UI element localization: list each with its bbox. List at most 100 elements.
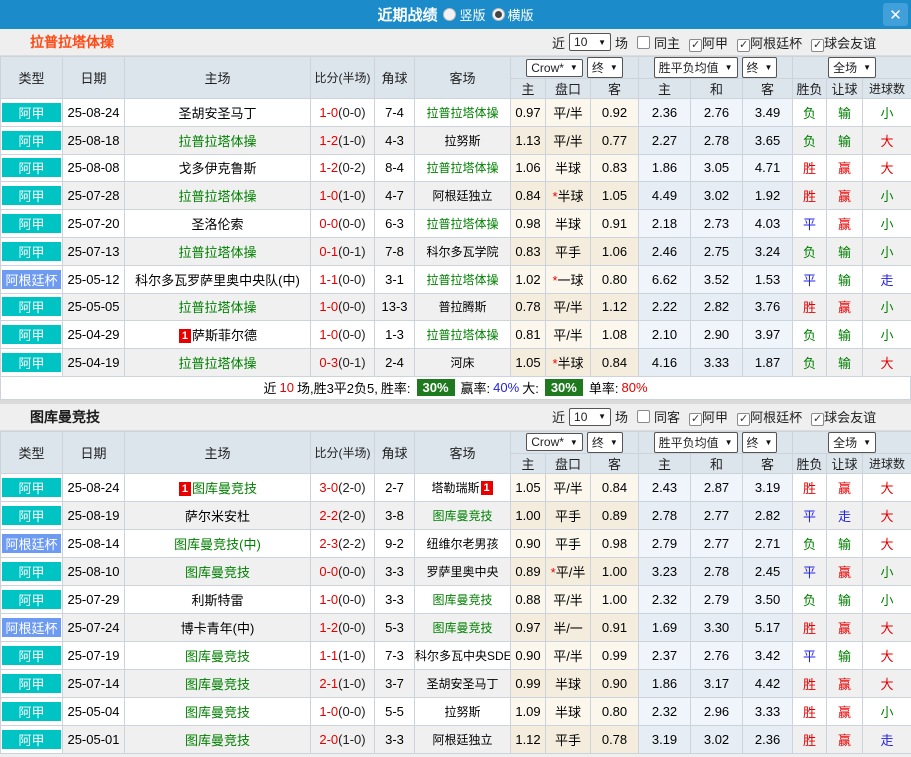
col-crow-home: 主: [511, 79, 546, 99]
match-type-cell: 阿甲: [1, 641, 63, 669]
avg-home-odds: 2.22: [639, 293, 691, 321]
away-team-name: 图库曼竞技: [432, 509, 492, 523]
avg-home-odds: 2.18: [639, 210, 691, 238]
avg-home-odds: 4.16: [639, 349, 691, 377]
result-flag: 负: [793, 349, 827, 377]
match-date: 25-07-29: [63, 585, 125, 613]
games-label: 场: [615, 33, 628, 52]
crow-odds-select[interactable]: Crow*▼: [526, 433, 583, 451]
full-score: 2-3: [319, 536, 338, 551]
corner-count: 7-4: [375, 99, 415, 127]
avg-draw-odds: 3.17: [691, 669, 743, 697]
full-score: 3-0: [319, 480, 338, 495]
radio-horizontal-label: 横版: [508, 5, 534, 24]
games-label: 场: [615, 407, 628, 426]
avg-draw-odds: 2.76: [691, 99, 743, 127]
avg-odds-select[interactable]: 胜平负均值▼: [654, 432, 738, 453]
league-checkbox-1[interactable]: ✓: [737, 39, 750, 52]
away-team-cell: 普拉腾斯: [415, 293, 511, 321]
away-team-cell: 塔勒瑞斯1: [415, 473, 511, 501]
near-count-select[interactable]: 10▼: [569, 33, 611, 51]
avg-away-odds: 4.42: [743, 669, 793, 697]
league-checkbox-1[interactable]: ✓: [737, 413, 750, 426]
radio-vertical-icon[interactable]: [443, 8, 456, 21]
match-row: 阿甲 25-08-24 圣胡安圣马丁 1-0(0-0) 7-4 拉普拉塔体操 0…: [1, 99, 911, 127]
home-team-cell: 拉普拉塔体操: [125, 237, 311, 265]
full-score: 1-0: [319, 592, 338, 607]
layout-radio-vertical[interactable]: 竖版: [443, 5, 485, 24]
corner-count: 3-1: [375, 265, 415, 293]
final-odds-select-1[interactable]: 终▼: [587, 57, 623, 78]
match-type-cell: 阿甲: [1, 473, 63, 501]
final-odds-select-1[interactable]: 终▼: [587, 432, 623, 453]
league-label: 阿甲: [702, 36, 728, 51]
goals-flag: 大: [863, 613, 911, 641]
league-checkbox-2[interactable]: ✓: [811, 413, 824, 426]
match-row: 阿甲 25-07-29 利斯特雷 1-0(0-0) 3-3 图库曼竞技 0.88…: [1, 585, 911, 613]
full-match-select[interactable]: 全场▼: [828, 57, 876, 78]
chevron-down-icon: ▼: [570, 63, 578, 72]
crow-away-odds: 0.80: [591, 265, 639, 293]
match-date: 25-07-19: [63, 641, 125, 669]
near-count-select[interactable]: 10▼: [569, 408, 611, 426]
avg-away-odds: 1.87: [743, 349, 793, 377]
col-type: 类型: [1, 431, 63, 473]
col-handicap: 盘口: [546, 453, 591, 473]
away-team-cell: 拉努斯: [415, 697, 511, 725]
let-ball-flag: 赢: [827, 154, 863, 182]
full-score: 1-0: [319, 188, 338, 203]
full-match-select[interactable]: 全场▼: [828, 432, 876, 453]
match-row: 阿甲 25-04-19 拉普拉塔体操 0-3(0-1) 2-4 河床 1.05 …: [1, 349, 911, 377]
let-ball-flag: 输: [827, 349, 863, 377]
match-row: 阿甲 25-08-10 图库曼竞技 0-0(0-0) 3-3 罗萨里奥中央 0.…: [1, 557, 911, 585]
handicap-value: *半球: [546, 349, 591, 377]
score-cell: 1-0(0-0): [311, 293, 375, 321]
home-team-cell: 科尔多瓦罗萨里奥中央队(中): [125, 265, 311, 293]
avg-away-odds: 2.36: [743, 725, 793, 753]
goals-flag: 大: [863, 154, 911, 182]
avg-home-odds: 2.43: [639, 473, 691, 501]
col-crow-away: 客: [591, 453, 639, 473]
league-checkbox-2[interactable]: ✓: [811, 39, 824, 52]
goals-flag: 小: [863, 99, 911, 127]
crow-odds-select[interactable]: Crow*▼: [526, 59, 583, 77]
home-team-name: 拉普拉塔体操: [178, 134, 256, 149]
crow-away-odds: 1.05: [591, 182, 639, 210]
away-team-cell: 科尔多瓦中央SDE: [415, 641, 511, 669]
league-checkbox-0[interactable]: ✓: [689, 413, 702, 426]
match-date: 25-07-13: [63, 237, 125, 265]
half-score: (2-2): [338, 536, 365, 551]
let-ball-flag: 赢: [827, 182, 863, 210]
same-venue-checkbox[interactable]: ✓: [637, 36, 650, 49]
let-ball-flag: 赢: [827, 725, 863, 753]
final-odds-select-2[interactable]: 终▼: [742, 432, 778, 453]
same-venue-checkbox[interactable]: ✓: [637, 410, 650, 423]
col-score: 比分(半场): [311, 57, 375, 99]
close-button[interactable]: ✕: [883, 3, 908, 26]
avg-home-odds: 3.19: [639, 725, 691, 753]
league-type-badge: 阿甲: [2, 131, 61, 150]
rank-badge: 1: [481, 481, 493, 495]
corner-count: 5-3: [375, 613, 415, 641]
avg-home-odds: 2.78: [639, 501, 691, 529]
col-avg-away: 客: [743, 79, 793, 99]
avg-draw-odds: 3.30: [691, 613, 743, 641]
avg-odds-select[interactable]: 胜平负均值▼: [654, 57, 738, 78]
away-team-name: 拉普拉塔体操: [426, 273, 498, 287]
match-type-cell: 阿甲: [1, 697, 63, 725]
match-type-cell: 阿甲: [1, 557, 63, 585]
final-odds-select-2[interactable]: 终▼: [742, 57, 778, 78]
chevron-down-icon: ▼: [598, 38, 606, 47]
radio-horizontal-icon[interactable]: [492, 8, 505, 21]
let-ball-flag: 输: [827, 265, 863, 293]
col-let-ball: 让球: [827, 79, 863, 99]
league-type-badge: 阿甲: [2, 297, 61, 316]
col-away: 客场: [415, 431, 511, 473]
league-type-badge: 阿甲: [2, 214, 61, 233]
record-summary: 近10场,胜3平2负5,胜率:30%赢率:40%大:30%单率:80%: [0, 377, 911, 400]
home-team-name: 图库曼竞技(中): [174, 537, 261, 552]
away-team-name: 科尔多瓦中央SDE: [415, 649, 511, 663]
league-checkbox-0[interactable]: ✓: [689, 39, 702, 52]
layout-radio-horizontal[interactable]: 横版: [492, 5, 534, 24]
handicap-value: 半球: [546, 669, 591, 697]
